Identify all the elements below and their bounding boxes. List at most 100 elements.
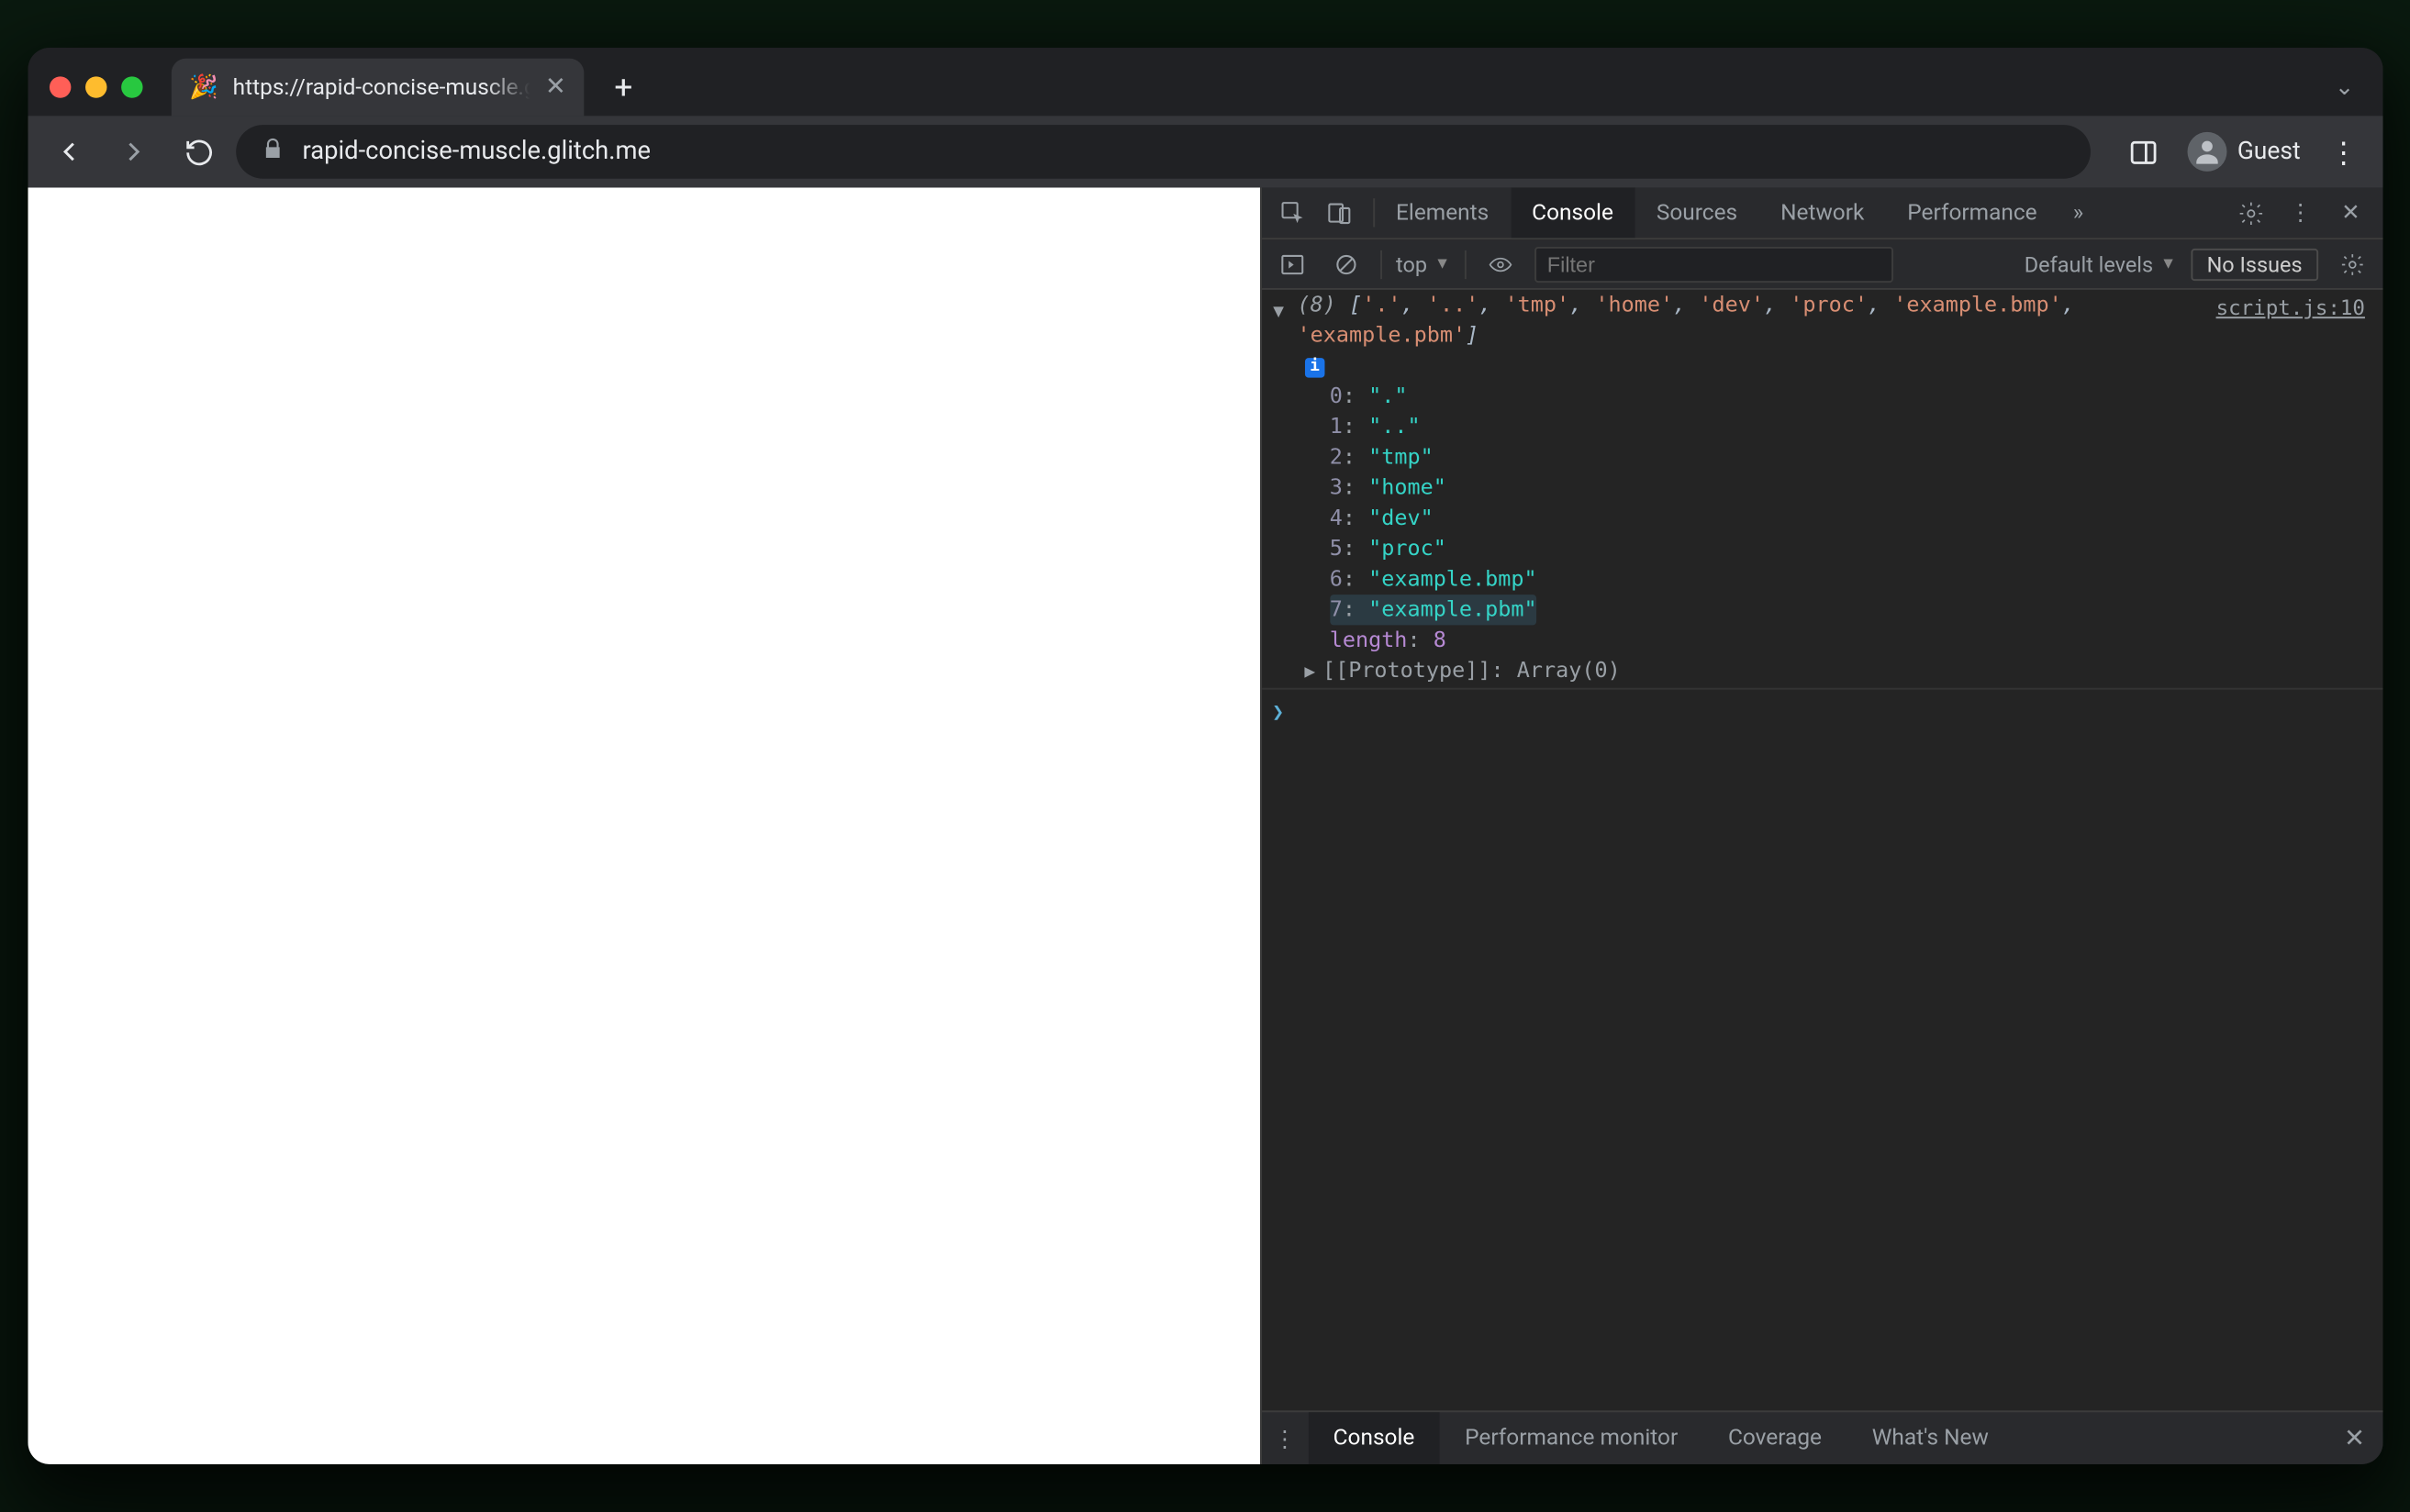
array-value: "home" [1368, 474, 1446, 499]
array-item-row[interactable]: 5: "proc" [1329, 534, 2382, 564]
context-label: top [1396, 251, 1427, 276]
expand-triangle-icon[interactable]: ▶ [1262, 306, 1292, 317]
prototype-row[interactable]: ▶[[Prototype]]: Array(0) [1261, 656, 2382, 688]
console-sidebar-toggle-icon[interactable] [1272, 244, 1311, 284]
avatar-icon [2187, 132, 2226, 172]
array-item-row[interactable]: 6: "example.bmp" [1329, 564, 2382, 595]
chevron-down-icon: ▼ [2159, 254, 2175, 273]
expand-triangle-icon[interactable]: ▶ [1304, 662, 1315, 682]
device-toolbar-icon[interactable] [1318, 191, 1361, 234]
prompt-chevron-icon: ❯ [1272, 697, 1284, 728]
browser-tab[interactable]: 🎉 https://rapid-concise-muscle.g ✕ [171, 59, 583, 117]
drawer-tab-performance-monitor[interactable]: Performance monitor [1439, 1412, 1702, 1464]
prototype-value: Array(0) [1516, 658, 1620, 683]
devtools-menu-icon[interactable]: ⋮ [2279, 191, 2322, 234]
profile-label: Guest [2237, 138, 2300, 166]
minimize-window-button[interactable] [85, 76, 106, 97]
array-summary-item: '.' [1362, 292, 1400, 317]
tab-search-button[interactable]: ⌄ [2320, 73, 2369, 100]
back-button[interactable] [42, 125, 96, 179]
forward-button[interactable] [106, 125, 161, 179]
array-summary-item: 'home' [1595, 292, 1673, 317]
page-viewport[interactable] [28, 187, 1259, 1463]
array-value: "example.bmp" [1368, 566, 1537, 591]
console-settings-icon[interactable] [2332, 244, 2371, 284]
lock-icon[interactable] [261, 138, 284, 166]
array-summary-item: 'tmp' [1504, 292, 1569, 317]
array-item-row[interactable]: 4: "dev" [1329, 503, 2382, 533]
tab-close-icon[interactable]: ✕ [544, 72, 565, 101]
info-badge-icon[interactable]: i [1304, 358, 1324, 377]
drawer-close-icon[interactable]: ✕ [2326, 1424, 2382, 1452]
array-item-row[interactable]: 3: "home" [1329, 472, 2382, 503]
profile-button[interactable]: Guest [2183, 128, 2304, 175]
log-levels-selector[interactable]: Default levels ▼ [2024, 251, 2176, 276]
length-key: length [1329, 627, 1407, 651]
more-tabs-button[interactable]: » [2059, 199, 2098, 226]
console-filter-input[interactable] [1534, 246, 1893, 282]
array-index: 5 [1329, 536, 1342, 561]
array-items: 0: "."1: ".."2: "tmp"3: "home"4: "dev"5:… [1261, 382, 2382, 626]
chevron-down-icon: ▼ [1434, 254, 1449, 273]
address-bar[interactable]: rapid-concise-muscle.glitch.me [236, 125, 2090, 179]
array-summary-item: '..' [1426, 292, 1478, 317]
devtools-tab-network[interactable]: Network [1758, 187, 1885, 238]
devtools-tabbar: ElementsConsoleSourcesNetworkPerformance… [1261, 187, 2382, 239]
browser-toolbar: rapid-concise-muscle.glitch.me Guest ⋮ [28, 116, 2382, 187]
clear-console-icon[interactable] [1325, 244, 1365, 284]
side-panel-icon[interactable] [2118, 127, 2169, 177]
array-summary-item: 'proc' [1790, 292, 1868, 317]
array-index: 6 [1329, 566, 1342, 591]
devtools-tab-elements[interactable]: Elements [1374, 187, 1510, 238]
length-value: 8 [1433, 627, 1445, 651]
array-index: 2 [1329, 444, 1342, 469]
close-window-button[interactable] [49, 76, 70, 97]
array-item-row[interactable]: 7: "example.pbm" [1329, 595, 1536, 625]
execution-context-selector[interactable]: top ▼ [1396, 251, 1450, 276]
array-item-row[interactable]: 0: "." [1329, 382, 2382, 412]
devtools-tab-performance[interactable]: Performance [1885, 187, 2058, 238]
url-text: rapid-concise-muscle.glitch.me [302, 138, 650, 166]
array-summary-item: 'example.pbm' [1297, 322, 1466, 347]
array-index: 4 [1329, 505, 1342, 529]
issues-button[interactable]: No Issues [2190, 248, 2317, 280]
array-value: "proc" [1368, 536, 1446, 561]
array-item-row[interactable]: 1: ".." [1329, 412, 2382, 442]
array-summary-row[interactable]: ▶ (8) ['.', '..', 'tmp', 'home', 'dev', … [1261, 290, 2382, 382]
array-value: "dev" [1368, 505, 1434, 529]
drawer-tab-coverage[interactable]: Coverage [1702, 1412, 1847, 1464]
window-controls [42, 76, 157, 97]
devtools-settings-icon[interactable] [2228, 191, 2271, 234]
browser-tabstrip: 🎉 https://rapid-concise-muscle.g ✕ + ⌄ [28, 48, 2382, 116]
devtools-tab-sources[interactable]: Sources [1635, 187, 1758, 238]
reload-button[interactable] [171, 125, 225, 179]
drawer-tab-what-s-new[interactable]: What's New [1847, 1412, 2014, 1464]
inspect-element-icon[interactable] [1272, 191, 1315, 234]
prototype-label: [[Prototype]] [1322, 658, 1490, 683]
array-item-row[interactable]: 2: "tmp" [1329, 442, 2382, 472]
log-levels-label: Default levels [2024, 251, 2152, 276]
drawer-tab-console[interactable]: Console [1308, 1412, 1439, 1464]
array-count: (8) [1297, 292, 1335, 317]
tab-favicon: 🎉 [189, 73, 218, 100]
array-index: 3 [1329, 474, 1342, 499]
new-tab-button[interactable]: + [597, 62, 648, 113]
array-summary-item: 'example.bmp' [1893, 292, 2062, 317]
array-value: ".." [1368, 414, 1420, 439]
tab-title: https://rapid-concise-muscle.g [232, 73, 530, 100]
devtools-panel: ElementsConsoleSourcesNetworkPerformance… [1259, 187, 2382, 1463]
array-summary-item: 'dev' [1699, 292, 1764, 317]
devtools-tab-console[interactable]: Console [1510, 187, 1635, 238]
drawer-menu-icon[interactable]: ⋮ [1261, 1417, 1308, 1460]
live-expression-icon[interactable] [1480, 244, 1520, 284]
devtools-drawer: ⋮ ConsolePerformance monitorCoverageWhat… [1261, 1410, 2382, 1464]
devtools-close-icon[interactable]: ✕ [2328, 191, 2371, 234]
array-index: 7 [1329, 596, 1342, 621]
maximize-window-button[interactable] [121, 76, 142, 97]
array-index: 0 [1329, 384, 1342, 408]
console-prompt[interactable]: ❯ [1261, 688, 2382, 735]
array-value: "tmp" [1368, 444, 1434, 469]
console-output[interactable]: script.js:10 ▶ (8) ['.', '..', 'tmp', 'h… [1261, 290, 2382, 1410]
browser-menu-button[interactable]: ⋮ [2318, 127, 2369, 177]
console-toolbar: top ▼ Default levels ▼ No Issues [1261, 239, 2382, 290]
